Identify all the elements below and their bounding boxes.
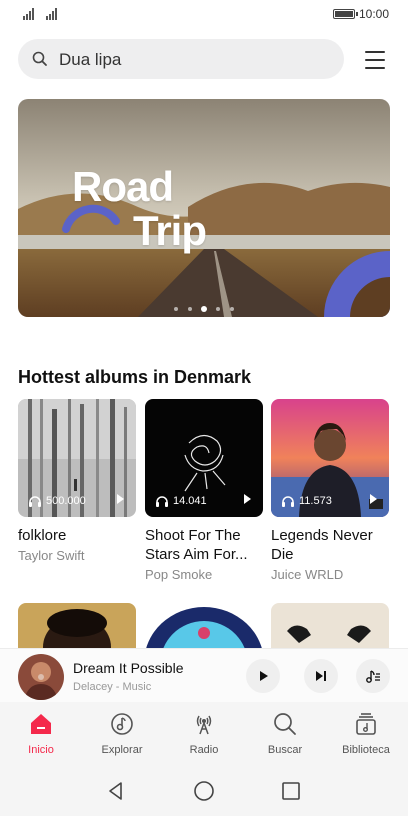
signal-icon (23, 8, 37, 20)
search-icon (32, 51, 47, 66)
skip-next-icon (316, 671, 326, 681)
play-icon[interactable] (370, 494, 377, 504)
featured-banner[interactable]: Road Trip (18, 99, 390, 317)
headphones-icon (156, 496, 168, 507)
menu-icon[interactable] (362, 49, 390, 71)
play-count: 14.041 (155, 495, 207, 507)
section-title: Hottest albums in Denmark (18, 367, 252, 387)
playlist-button[interactable] (356, 659, 390, 693)
tab-inicio[interactable]: Inicio (1, 702, 81, 764)
system-nav-bar (0, 764, 408, 816)
battery-icon (333, 9, 358, 19)
home-icon (31, 714, 51, 734)
tab-explorar[interactable]: Explorar (82, 702, 162, 764)
library-icon (356, 713, 376, 735)
play-count: 11.573 (281, 495, 332, 507)
search-input[interactable]: Dua lipa (18, 39, 344, 79)
back-icon[interactable] (106, 781, 126, 801)
play-button[interactable] (246, 659, 280, 693)
tab-biblioteca[interactable]: Biblioteca (326, 702, 406, 764)
now-playing-artwork[interactable] (18, 654, 64, 700)
tab-buscar[interactable]: Buscar (245, 702, 325, 764)
album-card[interactable]: 11.573 Legends Never Die Juice WRLD (271, 399, 389, 582)
play-count: 500.000 (28, 495, 86, 507)
album-cover[interactable]: 11.573 (271, 399, 389, 517)
album-cover[interactable]: 500.000 (18, 399, 136, 517)
radio-tower-icon (196, 715, 212, 735)
now-playing-title: Dream It Possible (73, 660, 184, 676)
album-cover-image (271, 603, 389, 649)
mini-player[interactable]: Dream It Possible Delacey - Music (0, 648, 408, 702)
status-time: 10:00 (359, 7, 390, 21)
music-disc-icon (111, 713, 133, 735)
search-icon (274, 713, 296, 735)
recents-icon[interactable] (281, 781, 301, 801)
album-cover[interactable] (271, 603, 389, 649)
tab-radio[interactable]: Radio (164, 702, 244, 764)
album-title: Shoot For The Stars Aim For... (145, 527, 248, 563)
album-card[interactable]: 14.041 Shoot For The Stars Aim For... Po… (145, 399, 263, 582)
play-icon[interactable] (244, 494, 251, 504)
album-cover-image (18, 603, 136, 649)
headphones-icon (29, 496, 41, 507)
home-nav-icon[interactable] (193, 780, 215, 802)
next-track-button[interactable] (304, 659, 338, 693)
bottom-tab-bar: Inicio Explorar Radio Buscar Biblioteca (0, 702, 408, 764)
play-icon (260, 671, 268, 681)
album-cover[interactable] (145, 603, 263, 649)
album-artist: Pop Smoke (145, 567, 213, 582)
album-card[interactable]: 500.000 folklore Taylor Swift (18, 399, 136, 563)
signal-icon (46, 8, 60, 20)
banner-title: Road Trip (72, 163, 207, 254)
carousel-dots (174, 305, 236, 313)
album-cover[interactable]: 14.041 (145, 399, 263, 517)
album-title: Legends Never Die (271, 527, 373, 563)
album-cover[interactable] (18, 603, 136, 649)
now-playing-subtitle: Delacey - Music (73, 681, 152, 693)
search-query: Dua lipa (59, 50, 122, 69)
album-artist: Juice WRLD (271, 567, 344, 582)
music-queue-icon (366, 670, 380, 683)
album-artist: Taylor Swift (18, 548, 85, 563)
play-icon[interactable] (117, 494, 124, 504)
album-cover-image (145, 603, 263, 649)
album-title: folklore (18, 527, 67, 544)
headphones-icon (282, 496, 294, 507)
status-bar: 10:00 (0, 0, 408, 30)
